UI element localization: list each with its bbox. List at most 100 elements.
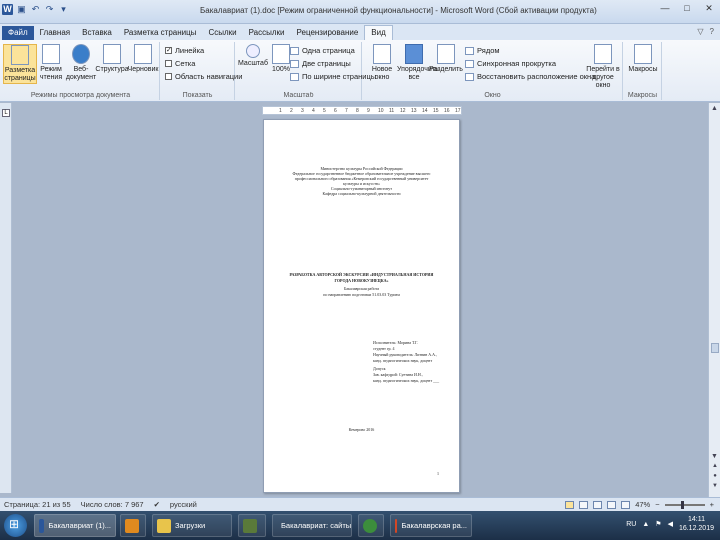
draft-icon [134, 44, 152, 64]
two-pages-icon [290, 59, 299, 68]
split-button[interactable]: Разделить [429, 44, 463, 74]
zoom-100-label: 100% [272, 66, 290, 73]
view-print-layout-icon[interactable] [565, 500, 575, 509]
view-draft-icon[interactable] [621, 500, 631, 509]
undo-icon[interactable]: ↶ [30, 4, 41, 15]
close-button[interactable]: ✕ [702, 3, 716, 14]
author-line: Зав. кафедрой: Суетина И.Н., [373, 372, 423, 377]
proofing-icon[interactable]: ✔ [154, 500, 160, 509]
ruler-checkbox-row[interactable]: ✓ Линейка [165, 46, 204, 55]
header-line: Кафедра социально-культурной деятельност… [322, 191, 401, 196]
customize-qat-icon[interactable]: ▾ [58, 4, 69, 15]
minimize-ribbon-icon[interactable]: ▽ [697, 27, 703, 36]
word-logo-icon[interactable]: W [2, 4, 13, 15]
one-page-button[interactable]: Одна страница [290, 46, 355, 55]
tab-home[interactable]: Главная [34, 26, 76, 40]
minimize-button[interactable]: — [658, 3, 672, 14]
ruler-label: Линейка [175, 46, 205, 55]
tab-view[interactable]: Вид [364, 25, 393, 40]
vertical-ruler: L [0, 103, 12, 493]
next-page-icon[interactable]: ▼ [710, 483, 720, 491]
start-button[interactable] [4, 514, 27, 537]
taskbar-item-torrent[interactable] [358, 514, 384, 537]
scroll-down-icon[interactable]: ▼ [711, 453, 718, 460]
browse-object-icon[interactable]: ● [710, 473, 720, 481]
maximize-button[interactable]: □ [680, 3, 694, 14]
author-line: Научный руководитель: Литвин А.А., [373, 352, 438, 357]
tabs-right-controls: ▽ ? [697, 27, 714, 36]
zoom-out-icon[interactable]: − [655, 500, 659, 509]
taskbar-item-chrome[interactable]: Бакалавриат: сайты... [272, 514, 352, 537]
taskbar-item-word[interactable]: Бакалавриат (1)... [34, 514, 116, 537]
author-line: Допуск [373, 366, 386, 371]
tab-file[interactable]: Файл [2, 26, 34, 40]
document-title-line: ГОРОДА НОВОКУЗНЕЦКА» [334, 278, 389, 283]
ruler-tick: 8 [356, 108, 359, 114]
sync-scroll-button[interactable]: Синхронная прокрутка [465, 59, 556, 68]
view-outline-icon[interactable] [607, 500, 617, 509]
zoom-in-icon[interactable]: + [710, 500, 714, 509]
one-page-icon [290, 46, 299, 55]
navigation-pane-checkbox-row[interactable]: Область навигации [165, 72, 242, 81]
status-bar: Страница: 21 из 55 Число слов: 7 967 ✔ р… [0, 497, 720, 511]
help-icon[interactable]: ? [710, 27, 714, 36]
two-pages-button[interactable]: Две страницы [290, 59, 351, 68]
tab-page-layout[interactable]: Разметка страницы [118, 26, 203, 40]
navigation-pane-checkbox[interactable] [165, 73, 172, 80]
view-reading-icon[interactable] [579, 500, 589, 509]
redo-icon[interactable]: ↷ [44, 4, 55, 15]
clock[interactable]: 14:11 16.12.2019 [679, 515, 714, 533]
scroll-thumb[interactable] [711, 343, 719, 353]
web-layout-button[interactable]: Веб-документ [64, 44, 98, 82]
zoom-slider[interactable] [664, 500, 705, 509]
view-web-icon[interactable] [593, 500, 603, 509]
language-indicator-tray[interactable]: RU [626, 521, 636, 528]
language-indicator[interactable]: русский [170, 500, 197, 509]
taskbar-item-downloads[interactable]: Загрузки [152, 514, 232, 537]
tab-references[interactable]: Ссылки [202, 26, 242, 40]
zoom-level[interactable]: 47% [635, 500, 650, 509]
gridlines-checkbox[interactable] [165, 60, 172, 67]
new-window-button[interactable]: Новое окно [365, 44, 399, 82]
side-by-side-button[interactable]: Рядом [465, 46, 500, 55]
new-window-icon [373, 44, 391, 64]
print-layout-button[interactable]: Разметка страницы [3, 44, 37, 84]
speaker-icon[interactable]: ◀ [668, 520, 673, 528]
draft-button[interactable]: Черновик [126, 44, 160, 74]
macros-button[interactable]: Макросы [626, 44, 660, 74]
save-icon[interactable]: ▣ [16, 4, 27, 15]
horizontal-ruler[interactable]: 1 2 3 4 5 6 7 8 9 10 11 12 13 14 15 16 1… [262, 106, 462, 115]
switch-windows-button[interactable]: Перейти в другое окно [585, 44, 621, 90]
gridlines-checkbox-row[interactable]: Сетка [165, 59, 195, 68]
previous-page-icon[interactable]: ▲ [710, 463, 720, 471]
title-bar: W ▣ ↶ ↷ ▾ Бакалавриат (1).doc [Режим огр… [0, 0, 720, 24]
document-page[interactable]: Министерство культуры Российской Федерац… [263, 119, 460, 493]
ruler-checkbox[interactable]: ✓ [165, 47, 172, 54]
taskbar-item-media[interactable] [120, 514, 146, 537]
macros-icon [634, 44, 652, 64]
tab-insert[interactable]: Вставка [76, 26, 118, 40]
outline-button[interactable]: Структура [95, 44, 129, 74]
scroll-up-icon[interactable]: ▲ [711, 105, 718, 112]
ruler-tick: 7 [345, 108, 348, 114]
tab-review[interactable]: Рецензирование [291, 26, 365, 40]
page-counter[interactable]: Страница: 21 из 55 [4, 500, 71, 509]
reset-window-position-button[interactable]: Восстановить расположение окна [465, 72, 595, 81]
tab-mailings[interactable]: Рассылки [243, 26, 291, 40]
arrange-all-button[interactable]: Упорядочить все [397, 44, 439, 82]
vertical-scrollbar[interactable]: ▲ ▼ ▲ ● ▼ [708, 103, 720, 497]
taskbar-item-app[interactable] [238, 514, 266, 537]
ruler-tick: 12 [400, 108, 406, 114]
group-macros-label: Макросы [627, 92, 658, 99]
taskbar-item-powerpoint[interactable]: Бакалаврская ра... [390, 514, 472, 537]
powerpoint-icon [395, 518, 398, 533]
show-hidden-icons-icon[interactable]: ▲ [642, 521, 649, 528]
ruler-toggle-icon[interactable]: L [2, 109, 10, 117]
reading-mode-button[interactable]: Режим чтения [34, 44, 68, 82]
ruler-tick: 14 [422, 108, 428, 114]
page-number: 1 [437, 471, 439, 476]
flag-icon[interactable]: ⚑ [655, 520, 661, 528]
word-count[interactable]: Число слов: 7 967 [81, 500, 144, 509]
ruler-tick: 16 [444, 108, 450, 114]
draft-label: Черновик [127, 66, 159, 73]
